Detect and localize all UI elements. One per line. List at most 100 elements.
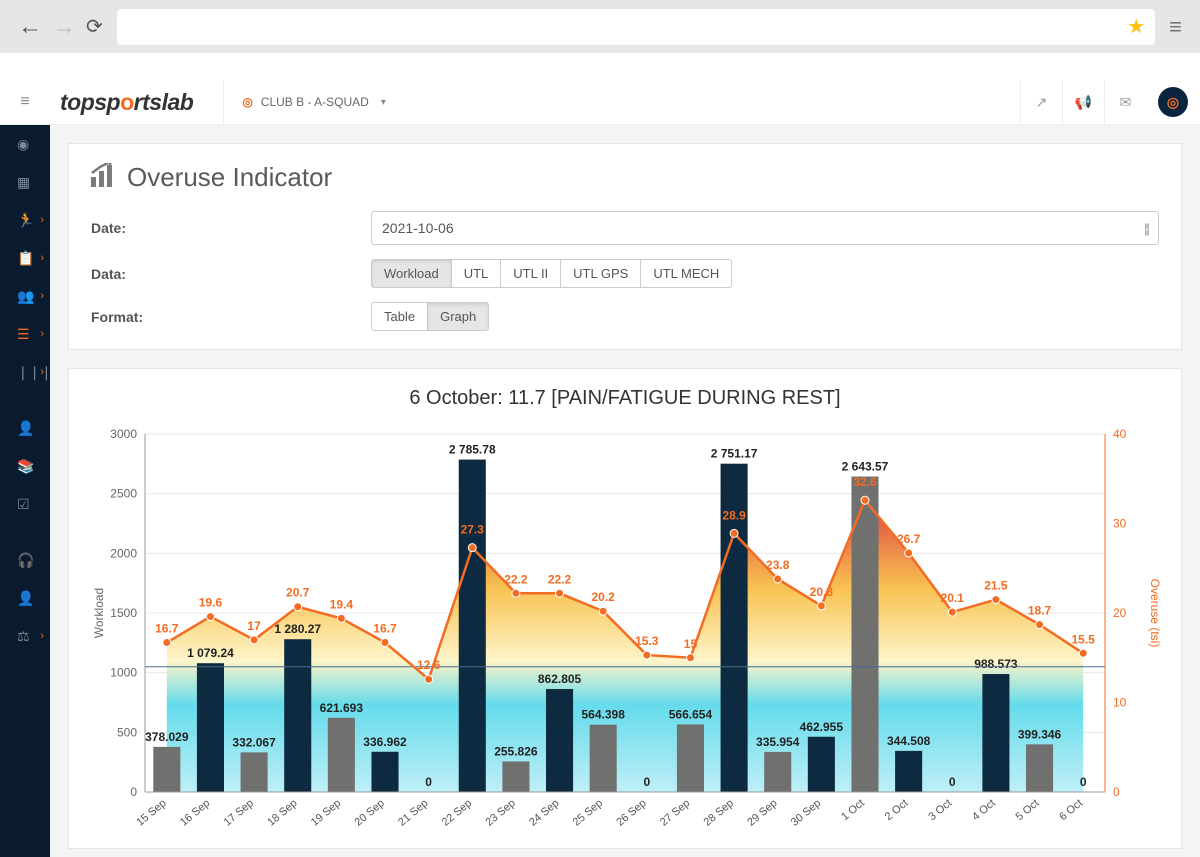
date-picker-icon[interactable]: |¦| bbox=[1144, 221, 1148, 236]
bars-icon: ❘❘❘ bbox=[17, 364, 33, 380]
svg-text:20.1: 20.1 bbox=[941, 591, 965, 605]
svg-text:18 Sep: 18 Sep bbox=[265, 797, 299, 829]
svg-text:22 Sep: 22 Sep bbox=[440, 797, 474, 829]
expand-icon[interactable]: ↗ bbox=[1020, 80, 1062, 124]
svg-text:0: 0 bbox=[130, 785, 137, 799]
svg-text:23 Sep: 23 Sep bbox=[483, 797, 517, 829]
svg-text:30 Sep: 30 Sep bbox=[789, 797, 823, 829]
squad-label: CLUB B - A-SQUAD bbox=[261, 95, 369, 109]
sidebar-user-circle-icon[interactable]: 👤 bbox=[0, 409, 50, 447]
svg-text:1 Oct: 1 Oct bbox=[839, 797, 867, 823]
announce-icon[interactable]: 📢 bbox=[1062, 80, 1104, 124]
svg-text:3000: 3000 bbox=[110, 427, 137, 441]
svg-text:32.6: 32.6 bbox=[853, 475, 877, 489]
clipboard-icon: 📋 bbox=[17, 250, 33, 266]
squad-selector[interactable]: ◎ CLUB B - A-SQUAD bbox=[223, 80, 404, 124]
sidebar-headset-icon[interactable]: 🎧 bbox=[0, 541, 50, 579]
sidebar-list-icon[interactable]: ☰ bbox=[0, 315, 50, 353]
dashboard-icon: ◉ bbox=[17, 136, 33, 152]
svg-text:335.954: 335.954 bbox=[756, 735, 800, 749]
reload-button[interactable]: ⟳ bbox=[86, 14, 103, 39]
svg-text:462.955: 462.955 bbox=[800, 720, 844, 734]
svg-text:500: 500 bbox=[117, 725, 137, 739]
svg-text:25 Sep: 25 Sep bbox=[571, 797, 605, 829]
sidebar-users-icon[interactable]: 👥 bbox=[0, 277, 50, 315]
mail-icon[interactable]: ✉ bbox=[1104, 80, 1146, 124]
data-button-group: WorkloadUTLUTL IIUTL GPSUTL MECH bbox=[371, 259, 732, 288]
browser-chrome: ← → ⟳ ★ ≡ bbox=[0, 0, 1200, 53]
filter-panel: Overuse Indicator Date: 2021-10-06 |¦| D… bbox=[68, 143, 1182, 350]
svg-text:344.508: 344.508 bbox=[887, 734, 931, 748]
balance-icon: ⚖ bbox=[17, 628, 33, 644]
sidebar-toggle[interactable]: ≡ bbox=[0, 93, 50, 111]
svg-text:28.9: 28.9 bbox=[722, 508, 746, 522]
page-title-text: Overuse Indicator bbox=[127, 162, 332, 193]
svg-text:19.6: 19.6 bbox=[199, 596, 223, 610]
data-btn-workload[interactable]: Workload bbox=[371, 259, 452, 288]
sidebar-books-icon[interactable]: 📚 bbox=[0, 447, 50, 485]
chart-icon bbox=[91, 163, 117, 193]
svg-text:3 Oct: 3 Oct bbox=[926, 797, 954, 823]
sidebar-bars-icon[interactable]: ❘❘❘ bbox=[0, 353, 50, 391]
svg-text:17 Sep: 17 Sep bbox=[222, 797, 256, 829]
sidebar-running-icon[interactable]: 🏃 bbox=[0, 201, 50, 239]
header-actions: ↗ 📢 ✉ ◎ bbox=[1020, 80, 1200, 124]
headset-icon: 🎧 bbox=[17, 552, 33, 568]
svg-text:862.805: 862.805 bbox=[538, 672, 582, 686]
svg-text:22.2: 22.2 bbox=[548, 572, 572, 586]
svg-text:15.5: 15.5 bbox=[1072, 632, 1096, 646]
brand-o-icon: o bbox=[120, 89, 134, 115]
svg-text:621.693: 621.693 bbox=[320, 701, 364, 715]
data-btn-utl-ii[interactable]: UTL II bbox=[500, 259, 561, 288]
svg-text:2 Oct: 2 Oct bbox=[883, 797, 911, 823]
data-btn-utl-gps[interactable]: UTL GPS bbox=[560, 259, 641, 288]
svg-text:0: 0 bbox=[1080, 775, 1087, 789]
svg-text:21.5: 21.5 bbox=[984, 579, 1008, 593]
sidebar-calendar-icon[interactable]: ▦ bbox=[0, 163, 50, 201]
svg-text:1 079.24: 1 079.24 bbox=[187, 646, 234, 660]
svg-text:1500: 1500 bbox=[110, 606, 137, 620]
user-avatar[interactable]: ◎ bbox=[1158, 87, 1188, 117]
svg-text:0: 0 bbox=[1113, 785, 1120, 799]
chart-svg: 050010001500200025003000010203040378.029… bbox=[81, 424, 1169, 844]
sidebar-profile-icon[interactable]: 👤 bbox=[0, 579, 50, 617]
svg-text:20 Sep: 20 Sep bbox=[352, 797, 386, 829]
svg-text:19.4: 19.4 bbox=[330, 597, 354, 611]
svg-text:26.7: 26.7 bbox=[897, 532, 921, 546]
sidebar-dashboard-icon[interactable]: ◉ bbox=[0, 125, 50, 163]
back-button[interactable]: ← bbox=[18, 13, 42, 41]
svg-text:22.2: 22.2 bbox=[504, 572, 528, 586]
format-btn-table[interactable]: Table bbox=[371, 302, 428, 331]
data-btn-utl-mech[interactable]: UTL MECH bbox=[640, 259, 732, 288]
svg-text:2 751.17: 2 751.17 bbox=[711, 447, 758, 461]
svg-text:2 643.57: 2 643.57 bbox=[842, 460, 889, 474]
sidebar-clipboard-icon[interactable]: 📋 bbox=[0, 239, 50, 277]
svg-text:20.7: 20.7 bbox=[286, 586, 310, 600]
svg-text:1000: 1000 bbox=[110, 666, 137, 680]
chart-panel: 6 October: 11.7 [PAIN/FATIGUE DURING RES… bbox=[68, 368, 1182, 849]
sidebar-balance-icon[interactable]: ⚖ bbox=[0, 617, 50, 655]
svg-text:15.3: 15.3 bbox=[635, 634, 659, 648]
brand-text-post: rtslab bbox=[134, 89, 194, 115]
data-btn-utl[interactable]: UTL bbox=[451, 259, 502, 288]
target-icon: ◎ bbox=[242, 95, 252, 109]
svg-text:2000: 2000 bbox=[110, 546, 137, 560]
svg-text:0: 0 bbox=[949, 775, 956, 789]
svg-text:28 Sep: 28 Sep bbox=[702, 797, 736, 829]
svg-text:16 Sep: 16 Sep bbox=[178, 797, 212, 829]
sidebar-checklist-icon[interactable]: ☑ bbox=[0, 485, 50, 523]
svg-text:0: 0 bbox=[643, 775, 650, 789]
brand-logo[interactable]: topsportslab bbox=[50, 89, 223, 116]
list-icon: ☰ bbox=[17, 326, 33, 342]
brand-text-pre: topsp bbox=[60, 89, 120, 115]
date-input[interactable]: 2021-10-06 |¦| bbox=[371, 211, 1159, 245]
svg-text:27.3: 27.3 bbox=[461, 523, 485, 537]
svg-text:Overuse (tsl): Overuse (tsl) bbox=[1148, 579, 1162, 648]
bookmark-star-icon[interactable]: ★ bbox=[1127, 14, 1145, 39]
svg-text:16.7: 16.7 bbox=[155, 622, 179, 636]
svg-text:17: 17 bbox=[247, 619, 261, 633]
url-bar[interactable]: ★ bbox=[117, 9, 1155, 45]
browser-menu-icon[interactable]: ≡ bbox=[1169, 14, 1182, 40]
svg-text:566.654: 566.654 bbox=[669, 707, 713, 721]
format-btn-graph[interactable]: Graph bbox=[427, 302, 489, 331]
